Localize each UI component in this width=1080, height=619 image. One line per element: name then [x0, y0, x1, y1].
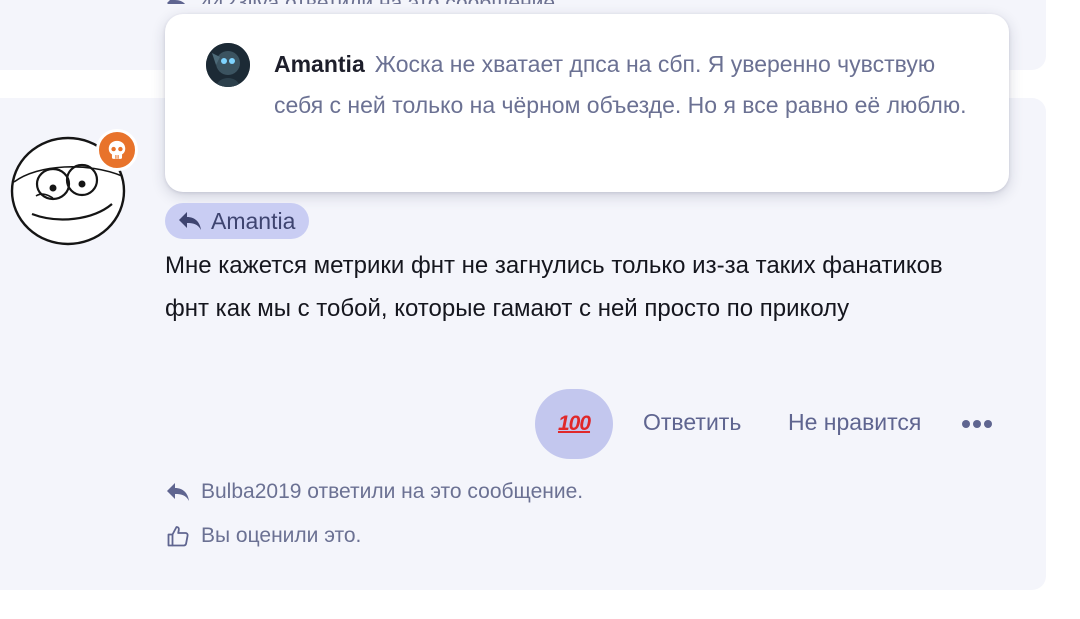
- dislike-button[interactable]: Не нравится: [788, 409, 921, 436]
- reply-to-name: Amantia: [211, 207, 296, 234]
- reaction-button[interactable]: 100: [535, 389, 613, 459]
- quote-popup: Amantia Жоска не хватает дпса на сбп. Я у…: [165, 14, 1009, 192]
- quote-avatar-image: [206, 43, 250, 87]
- reply-arrow-icon: [179, 212, 201, 230]
- replied-notice-text: Bulba2019 ответили на это сообщение.: [201, 480, 584, 503]
- more-options-button[interactable]: [960, 414, 994, 434]
- message-body: Мне кажется метрики фнт не загнулись тол…: [165, 252, 943, 322]
- quote-body: Amantia Жоска не хватает дпса на сбп. Я у…: [274, 44, 974, 126]
- quote-author-avatar[interactable]: [206, 43, 250, 87]
- hundred-points-emoji: 100: [557, 412, 591, 435]
- reply-to-tag[interactable]: Amantia: [165, 203, 310, 239]
- user-badge[interactable]: [96, 129, 138, 171]
- reply-button[interactable]: Ответить: [643, 409, 741, 436]
- reply-arrow-icon: [167, 483, 189, 501]
- liked-notice-text: Вы оценили это.: [201, 524, 362, 547]
- reply-arrow-icon: [167, 0, 186, 4]
- quote-message: Жоска не хватает дпса на сбп. Я уверенно…: [274, 51, 967, 118]
- quote-author-name[interactable]: Amantia: [274, 51, 365, 77]
- replied-notice[interactable]: Bulba2019 ответили на это сообщение.: [165, 478, 583, 506]
- liked-notice[interactable]: Вы оценили это.: [165, 522, 361, 550]
- more-dots-icon: [962, 420, 992, 428]
- thumbs-up-icon: [167, 526, 189, 547]
- skull-icon: [108, 140, 126, 159]
